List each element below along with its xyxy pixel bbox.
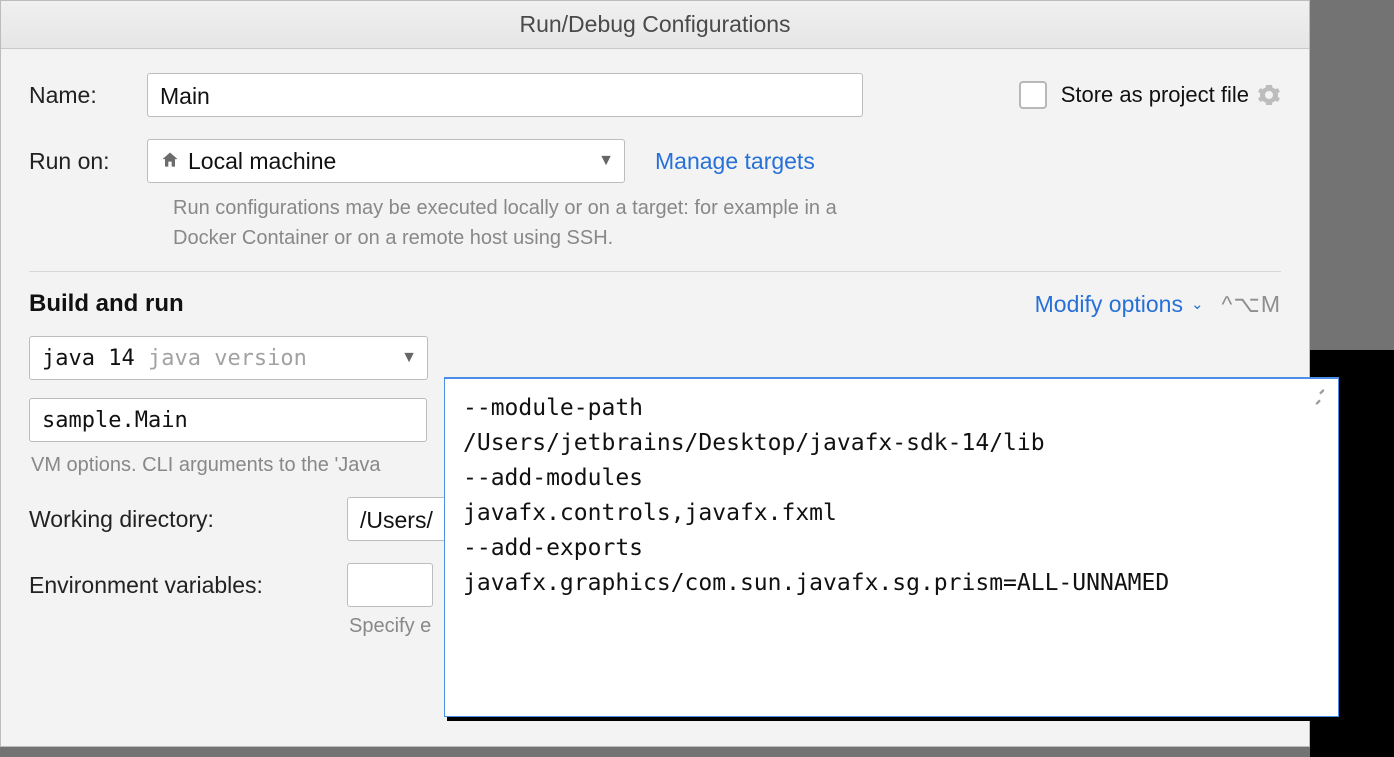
- chevron-down-icon: ⌄: [1191, 295, 1204, 313]
- gear-icon[interactable]: [1257, 83, 1281, 107]
- name-row: Name: Main Store as project file: [29, 73, 1281, 117]
- run-on-select[interactable]: Local machine ▼: [147, 139, 625, 183]
- build-run-header: Build and run Modify options ⌄ ^⌥M: [29, 290, 1281, 318]
- workdir-label: Working directory:: [29, 506, 347, 533]
- name-label: Name:: [29, 82, 147, 109]
- checkbox-box: [1019, 81, 1047, 109]
- main-class-input[interactable]: sample.Main: [29, 398, 427, 442]
- store-as-project-label: Store as project file: [1061, 82, 1249, 108]
- run-on-help: Run configurations may be executed local…: [173, 193, 893, 253]
- separator: [29, 271, 1281, 272]
- jdk-hint: java version: [148, 346, 307, 371]
- env-label: Environment variables:: [29, 572, 347, 599]
- jdk-name: java 14: [42, 346, 135, 371]
- collapse-icon[interactable]: [1310, 387, 1330, 407]
- modify-options-shortcut: ^⌥M: [1222, 291, 1281, 318]
- build-run-title: Build and run: [29, 290, 184, 318]
- modify-options[interactable]: Modify options ⌄ ^⌥M: [1035, 291, 1281, 318]
- dialog-title: Run/Debug Configurations: [1, 1, 1309, 49]
- run-on-label: Run on:: [29, 148, 147, 175]
- chevron-down-icon: ▼: [598, 152, 614, 170]
- jdk-select[interactable]: java 14 java version ▼: [29, 336, 428, 380]
- home-icon: [160, 150, 180, 170]
- store-as-project-checkbox[interactable]: Store as project file: [1019, 81, 1249, 109]
- manage-targets-link[interactable]: Manage targets: [655, 148, 815, 175]
- env-input[interactable]: [347, 563, 433, 607]
- vm-options-popup[interactable]: --module-path /Users/jetbrains/Desktop/j…: [444, 377, 1339, 717]
- modify-options-label: Modify options: [1035, 291, 1183, 318]
- chevron-down-icon: ▼: [401, 349, 417, 367]
- name-input[interactable]: Main: [147, 73, 863, 117]
- run-on-value: Local machine: [188, 148, 336, 175]
- workdir-input[interactable]: /Users/: [347, 497, 446, 541]
- run-on-row: Run on: Local machine ▼ Manage targets: [29, 139, 1281, 183]
- vm-options-text[interactable]: --module-path /Users/jetbrains/Desktop/j…: [463, 391, 1320, 601]
